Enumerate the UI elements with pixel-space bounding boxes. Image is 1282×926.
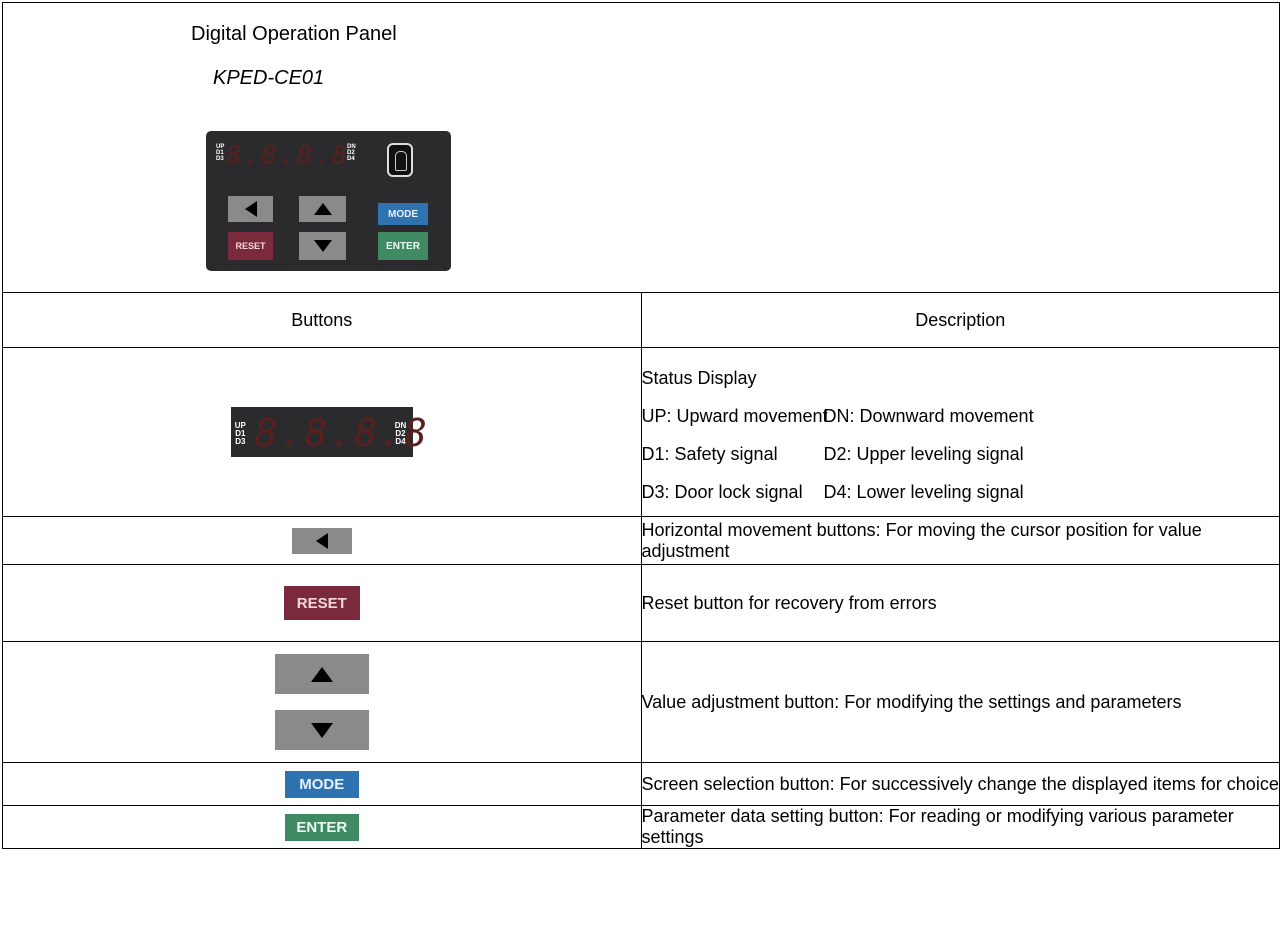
status-line-3: D3: Door lock signal D4: Lower leveling s… [641, 482, 1024, 502]
reset-description: Reset button for recovery from errors [640, 564, 1280, 642]
status-display-description: Status Display UP: Upward movementDN: Do… [640, 347, 1280, 517]
keypad-image: UP D1 D3 8.8.8.8 DN D2 D4 MODE RESET ENT… [206, 131, 451, 271]
display-indicators-left: UP D1 D3 [234, 421, 246, 446]
reset-button-image: RESET [283, 586, 360, 620]
keypad-indicators-right: DN D2 D4 [347, 144, 356, 162]
down-arrow-icon [310, 722, 333, 738]
page: Digital Operation Panel KPED-CE01 UP D1 … [0, 0, 1282, 926]
display-indicators-right: DN D2 D4 [394, 421, 407, 446]
left-arrow-icon [315, 532, 328, 549]
reset-key: RESET [228, 232, 273, 260]
status-display-cell: UP D1 D3 8.8.8.8 DN D2 D4 [2, 347, 642, 517]
enter-button-image: ENTER [284, 813, 359, 841]
enter-description: Parameter data setting button: For readi… [640, 805, 1280, 849]
enter-key: ENTER [378, 232, 428, 260]
status-line-1: UP: Upward movementDN: Downward movement [641, 406, 1034, 426]
up-key [299, 196, 346, 222]
mode-description: Screen selection button: For successivel… [640, 762, 1280, 806]
horizontal-description: Horizontal movement buttons: For moving … [640, 516, 1280, 565]
down-key [299, 232, 346, 260]
mode-key: MODE [378, 203, 428, 225]
left-button-image [291, 527, 352, 554]
down-arrow-icon [313, 240, 332, 252]
value-buttons-cell [2, 641, 642, 763]
keypad-indicators-left: UP D1 D3 [216, 144, 225, 162]
up-button-image [274, 654, 369, 694]
value-description: Value adjustment button: For modifying t… [640, 641, 1280, 763]
operation-panel-table: Digital Operation Panel KPED-CE01 UP D1 … [2, 2, 1280, 849]
status-display-image: UP D1 D3 8.8.8.8 DN D2 D4 [230, 407, 427, 457]
column-header-buttons: Buttons [2, 292, 642, 348]
header-cell: Digital Operation Panel KPED-CE01 UP D1 … [2, 2, 1280, 293]
status-title: Status Display [641, 368, 757, 388]
page-title: Digital Operation Panel [191, 23, 397, 45]
mode-button-image: MODE [284, 770, 359, 798]
left-key [228, 196, 273, 222]
reset-button-cell: RESET [2, 564, 642, 642]
up-arrow-icon [313, 203, 332, 215]
elevator-logo-icon [387, 143, 413, 177]
status-line-2: D1: Safety signal D2: Upper leveling sign… [641, 444, 1024, 464]
horizontal-button-cell [2, 516, 642, 565]
enter-button-cell: ENTER [2, 805, 642, 849]
keypad-digits: 8.8.8.8 [226, 141, 350, 171]
mode-button-cell: MODE [2, 762, 642, 806]
up-arrow-icon [310, 666, 333, 682]
left-arrow-icon [244, 201, 257, 217]
down-button-image [274, 710, 369, 750]
column-header-description: Description [640, 292, 1280, 348]
model-name: KPED-CE01 [213, 67, 325, 89]
